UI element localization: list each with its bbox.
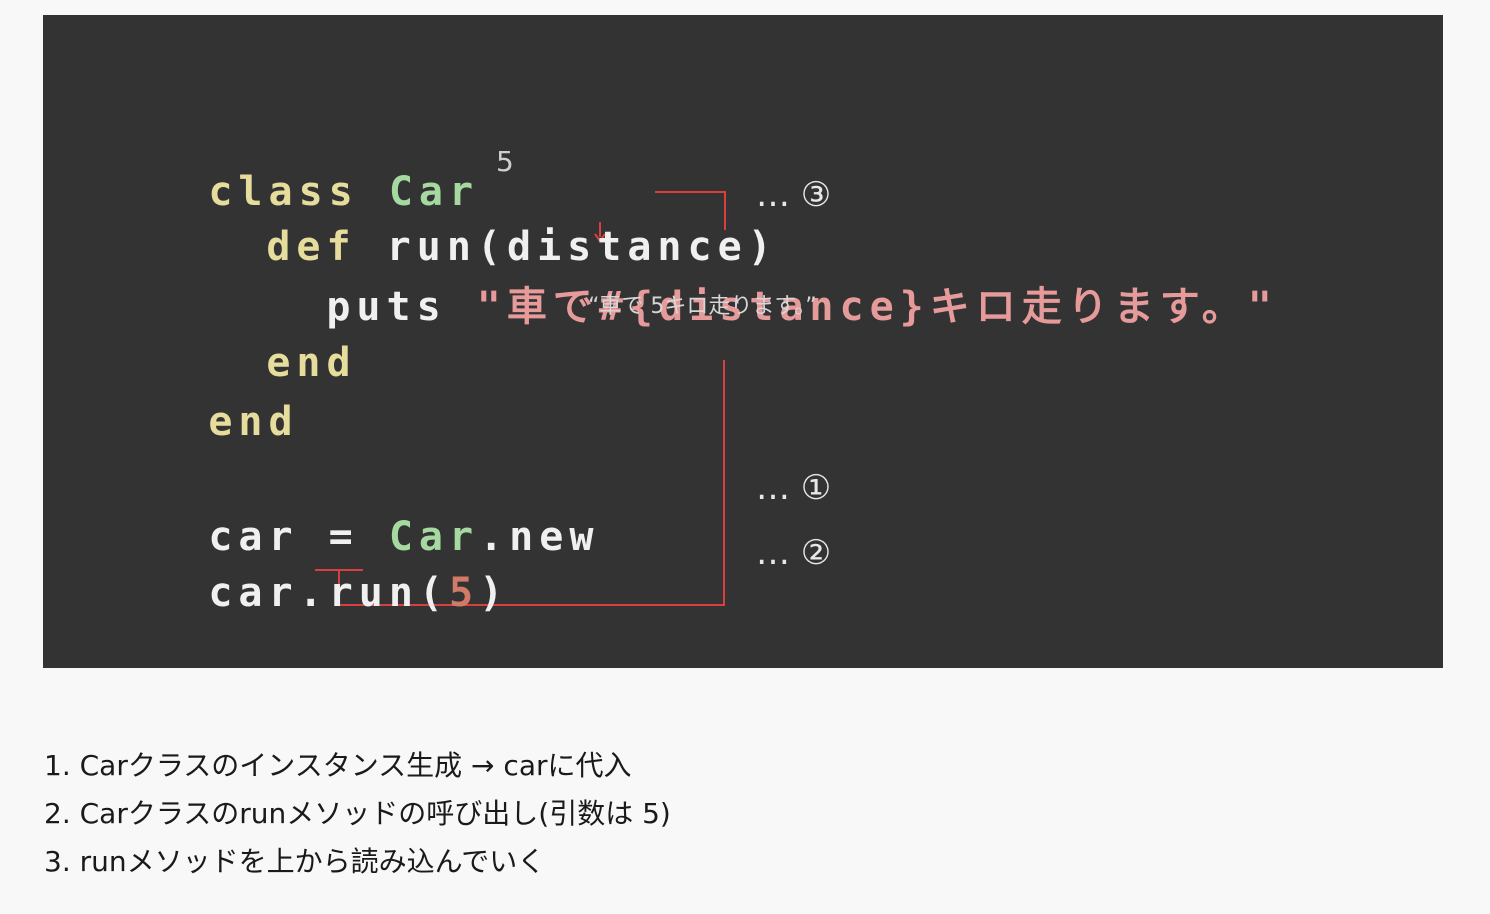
keyword-end-outer: end	[208, 399, 299, 445]
run-call-suffix: )	[479, 570, 510, 616]
run-call-prefix: car.run(	[208, 570, 449, 616]
step-marker-3: … ③	[756, 175, 832, 215]
explanation-list: 1. Carクラスのインスタンス生成 → carに代入 2. Carクラスのru…	[44, 742, 671, 886]
note-step-3: 3. runメソッドを上から読み込んでいく	[44, 845, 546, 878]
note-step-2: 2. Carクラスのrunメソッドの呼び出し(引数は 5)	[44, 797, 671, 830]
code-line-run-call: car.run(5)	[88, 521, 509, 665]
code-panel: class Car def run(distance) puts "車で#{di…	[43, 15, 1443, 668]
step-marker-1: … ①	[756, 468, 832, 508]
note-step-1: 1. Carクラスのインスタンス生成 → carに代入	[44, 749, 632, 782]
step-marker-2: … ②	[756, 533, 832, 573]
argument-value: 5	[448, 570, 480, 616]
output-string-hint: “車で 5キロ走ります。”	[588, 294, 817, 319]
param-value-hint: 5	[496, 145, 514, 178]
